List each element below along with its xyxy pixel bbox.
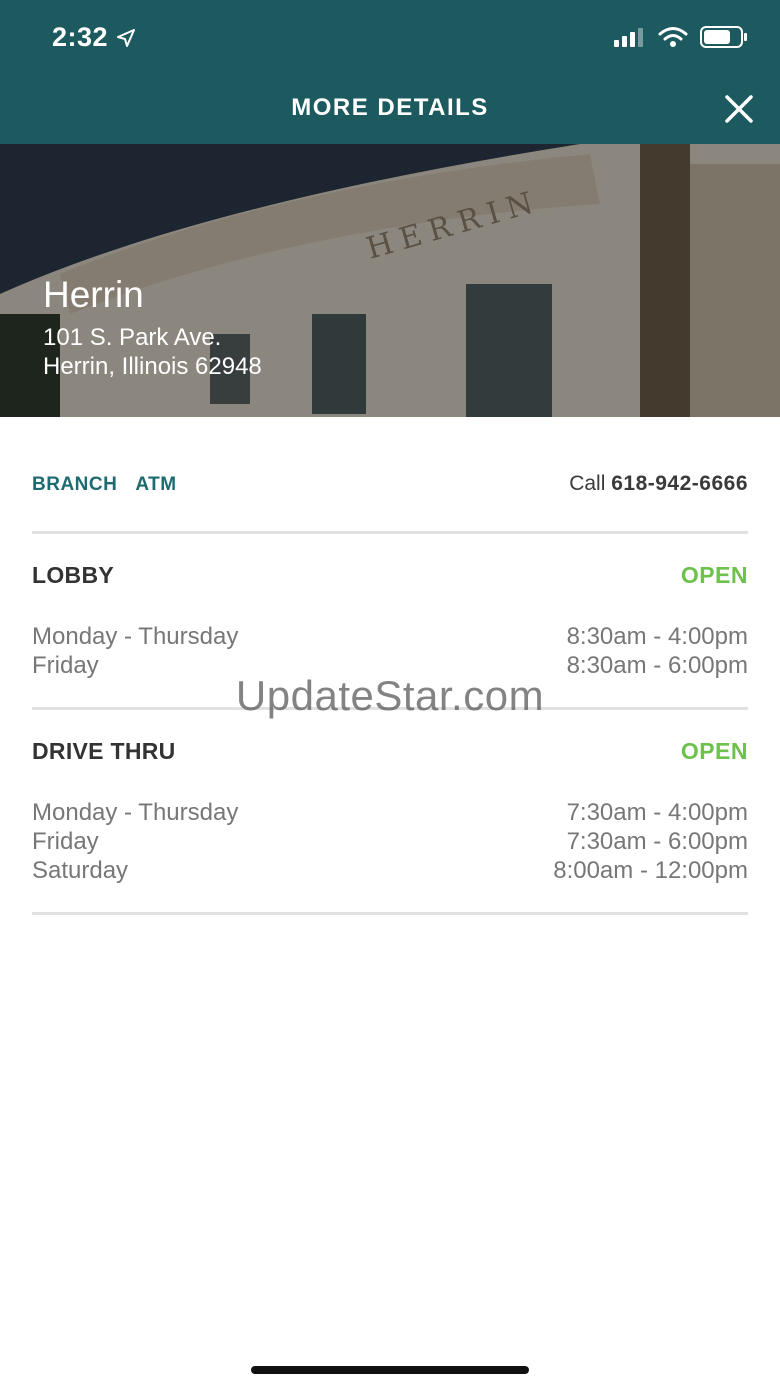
- hours-row: Friday 7:30am - 6:00pm: [32, 828, 748, 856]
- hours-row: Monday - Thursday 8:30am - 4:00pm: [32, 623, 748, 651]
- top-bar: 2:32 MORE DETAILS: [0, 0, 780, 144]
- hours-time: 7:30am - 6:00pm: [566, 828, 748, 855]
- hours-time: 8:00am - 12:00pm: [553, 857, 748, 884]
- close-icon: [725, 95, 753, 123]
- hours-row: Monday - Thursday 7:30am - 4:00pm: [32, 799, 748, 827]
- lobby-title: LOBBY: [32, 562, 114, 588]
- drive-thru-title: DRIVE THRU: [32, 738, 176, 764]
- hours-days: Friday: [32, 828, 99, 855]
- signal-icon: [614, 28, 643, 47]
- location-arrow-icon: [117, 28, 136, 47]
- phone-number: 618-942-6666: [611, 472, 748, 495]
- clock-text: 2:32: [52, 22, 109, 52]
- hours-days: Monday - Thursday: [32, 799, 239, 826]
- home-indicator[interactable]: [251, 1366, 529, 1374]
- hours-days: Monday - Thursday: [32, 623, 239, 650]
- hours-days: Saturday: [32, 857, 129, 884]
- branch-hero-image: HERRIN Herrin 101 S. Park Ave. Herrin, I…: [0, 144, 780, 417]
- watermark-text: UpdateStar.com: [235, 672, 545, 719]
- divider: [32, 912, 748, 915]
- hours-row: Saturday 8:00am - 12:00pm: [32, 857, 748, 885]
- call-prefix: Call: [569, 472, 606, 495]
- address-line-2: Herrin, Illinois 62948: [43, 353, 262, 380]
- call-link[interactable]: Call 618-942-6666: [569, 472, 748, 496]
- hours-time: 7:30am - 4:00pm: [566, 799, 748, 826]
- address-line-1: 101 S. Park Ave.: [43, 324, 222, 351]
- close-button[interactable]: [724, 94, 754, 124]
- lobby-status-badge: OPEN: [680, 562, 748, 588]
- divider: [32, 531, 748, 534]
- wifi-icon: [658, 27, 688, 47]
- status-time: 2:32: [52, 22, 136, 53]
- hours-time: 8:30am - 4:00pm: [566, 623, 748, 650]
- page-title: MORE DETAILS: [291, 94, 489, 121]
- tab-branch[interactable]: BRANCH: [32, 474, 117, 496]
- tab-atm[interactable]: ATM: [135, 474, 176, 496]
- battery-icon: [700, 26, 747, 48]
- drive-thru-status-badge: OPEN: [680, 738, 748, 764]
- branch-name: Herrin: [43, 274, 144, 315]
- status-icons: [614, 26, 748, 48]
- location-type-tabs: BRANCH ATM: [32, 474, 177, 496]
